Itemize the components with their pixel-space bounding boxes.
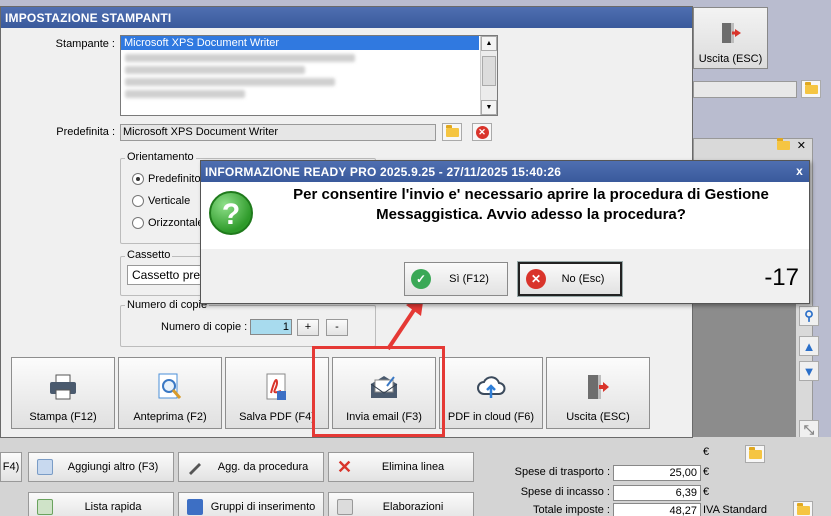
- printer-list-selected-item[interactable]: Microsoft XPS Document Writer: [121, 36, 479, 50]
- total-taxes-label: Totale imposte :: [532, 504, 610, 516]
- delete-icon: ✕: [337, 457, 353, 477]
- orientation-legend: Orientamento: [125, 151, 196, 163]
- exit-icon: [583, 372, 613, 402]
- countdown-counter: -17: [764, 264, 799, 291]
- collection-label: Spese di incasso :: [520, 486, 610, 498]
- background-bottom-toolbar: F4) Aggiungi altro (F3) Agg. da procedur…: [0, 437, 831, 516]
- dialog-title: INFORMAZIONE READY PRO 2025.9.25 - 27/11…: [201, 161, 809, 182]
- dialog-message: Per consentire l'invio e' necessario apr…: [293, 186, 769, 223]
- background-field[interactable]: [693, 81, 797, 98]
- vat-label: IVA Standard: [703, 504, 768, 516]
- shipping-value[interactable]: 25,00: [613, 465, 701, 481]
- printer-list-item[interactable]: [125, 78, 335, 86]
- arrow-up-icon[interactable]: ▲: [799, 336, 819, 356]
- background-dark-panel: [693, 300, 796, 440]
- background-exit-label: Uscita (ESC): [698, 53, 763, 65]
- scroll-up-icon[interactable]: ▲: [481, 36, 497, 51]
- insert-groups-button[interactable]: Gruppi di inserimento: [178, 492, 324, 516]
- background-exit-button[interactable]: Uscita (ESC): [693, 7, 768, 69]
- clear-icon: ✕: [475, 125, 489, 139]
- shipping-label: Spese di trasporto :: [514, 466, 610, 478]
- check-icon: ✓: [411, 269, 431, 289]
- info-dialog: INFORMAZIONE READY PRO 2025.9.25 - 27/11…: [200, 160, 810, 304]
- copies-input[interactable]: 1: [250, 319, 292, 335]
- delete-line-button[interactable]: ✕ Elimina linea: [328, 452, 474, 482]
- preview-button[interactable]: Anteprima (F2): [118, 357, 222, 429]
- background-folder-button[interactable]: [801, 80, 821, 98]
- currency-symbol: €: [703, 446, 710, 458]
- printer-icon: [48, 372, 78, 402]
- close-icon[interactable]: ✕: [797, 139, 806, 152]
- question-icon: ?: [209, 191, 253, 235]
- folder-icon: [804, 81, 818, 94]
- list-add-icon: [37, 499, 53, 515]
- gear-icon: [337, 499, 353, 515]
- printer-label: Stampante :: [55, 38, 115, 50]
- pencil-icon: [187, 459, 203, 475]
- preview-icon: [155, 372, 185, 402]
- open-folder-button[interactable]: [442, 123, 462, 141]
- cancel-icon: ✕: [526, 269, 546, 289]
- tray-legend: Cassetto: [125, 249, 173, 261]
- copies-legend: Numero di copie: [125, 299, 210, 311]
- folder-icon: [445, 124, 459, 137]
- group-icon: [187, 499, 203, 515]
- currency-symbol: €: [703, 486, 710, 498]
- bottom-button-f4[interactable]: F4): [0, 452, 22, 482]
- printer-list-item[interactable]: [125, 66, 305, 74]
- search-icon[interactable]: ⚲: [799, 306, 819, 326]
- copies-label: Numero di copie :: [161, 321, 248, 333]
- copies-decrement-button[interactable]: -: [326, 319, 348, 336]
- printer-window-title: IMPOSTAZIONE STAMPANTI: [1, 7, 692, 28]
- cloud-upload-icon: [476, 372, 506, 402]
- printer-list-item[interactable]: [125, 90, 245, 98]
- total-taxes-value[interactable]: 48,27: [613, 503, 701, 516]
- arrow-down-icon[interactable]: ▼: [799, 361, 819, 381]
- print-button[interactable]: Stampa (F12): [11, 357, 115, 429]
- copies-increment-button[interactable]: +: [297, 319, 319, 336]
- orientation-landscape-radio[interactable]: Orizzontale: [132, 217, 204, 229]
- default-printer-field: Microsoft XPS Document Writer: [120, 124, 436, 141]
- printer-list-scrollbar[interactable]: ▲ ▼: [480, 36, 497, 115]
- folder-button[interactable]: [793, 501, 813, 516]
- yes-button[interactable]: ✓ Sì (F12): [404, 262, 508, 296]
- orientation-default-radio[interactable]: Predefinito: [132, 173, 201, 185]
- collection-value[interactable]: 6,39: [613, 485, 701, 501]
- scroll-down-icon[interactable]: ▼: [481, 100, 497, 115]
- default-printer-label: Predefinita :: [56, 126, 115, 138]
- dialog-body: ? Per consentire l'invio e' necessario a…: [201, 182, 809, 249]
- folder-icon: [777, 138, 790, 150]
- close-icon[interactable]: x: [796, 164, 803, 178]
- scrollbar-thumb[interactable]: [482, 56, 496, 86]
- printer-list[interactable]: Microsoft XPS Document Writer ▲ ▼: [120, 35, 498, 116]
- folder-icon: [796, 502, 810, 515]
- exit-icon: [719, 21, 743, 45]
- currency-symbol: €: [703, 466, 710, 478]
- pdf-cloud-button[interactable]: PDF in cloud (F6): [439, 357, 543, 429]
- quick-list-button[interactable]: Lista rapida: [28, 492, 174, 516]
- printer-list-item[interactable]: [125, 54, 355, 62]
- no-button[interactable]: ✕ No (Esc): [517, 261, 623, 297]
- folder-button[interactable]: [745, 445, 765, 463]
- add-other-button[interactable]: Aggiungi altro (F3): [28, 452, 174, 482]
- processing-button[interactable]: Elaborazioni: [328, 492, 474, 516]
- grid-icon: [37, 459, 53, 475]
- email-button-highlight: [312, 346, 445, 437]
- add-from-procedure-button[interactable]: Agg. da procedura: [178, 452, 324, 482]
- clear-default-button[interactable]: ✕: [472, 123, 492, 141]
- orientation-portrait-radio[interactable]: Verticale: [132, 195, 190, 207]
- exit-button[interactable]: Uscita (ESC): [546, 357, 650, 429]
- folder-icon: [748, 446, 762, 459]
- pdf-icon: [262, 372, 292, 402]
